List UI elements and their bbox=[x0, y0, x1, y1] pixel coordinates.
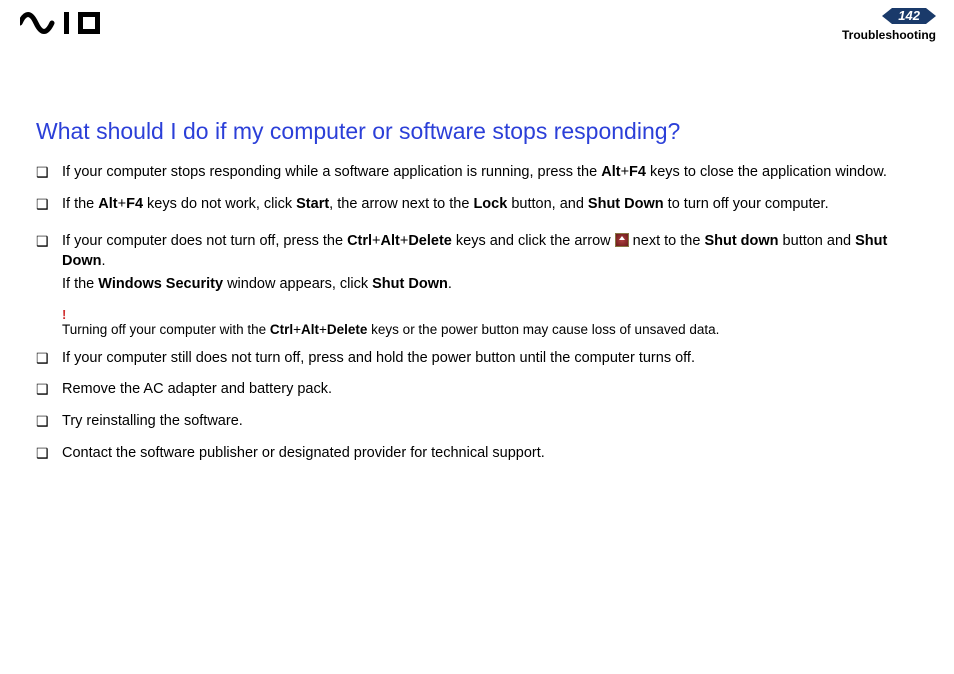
list-item: If the Alt+F4 keys do not work, click St… bbox=[36, 195, 918, 215]
text: If your computer still does not turn off… bbox=[62, 350, 695, 366]
key-ctrl: Ctrl bbox=[270, 322, 293, 337]
bullet-list: If your computer stops responding while … bbox=[36, 163, 918, 295]
list-item: Try reinstalling the software. bbox=[36, 412, 918, 432]
text: keys or the power button may cause loss … bbox=[367, 322, 719, 337]
text: + bbox=[293, 322, 301, 337]
page-content: What should I do if my computer or softw… bbox=[0, 48, 954, 463]
list-item: If your computer stops responding while … bbox=[36, 163, 918, 183]
shutdown-label: Shut Down bbox=[588, 196, 664, 212]
shutdown-arrow-icon bbox=[615, 233, 629, 247]
key-ctrl: Ctrl bbox=[347, 233, 372, 249]
shutdown-label: Shut Down bbox=[372, 276, 448, 292]
key-alt: Alt bbox=[301, 322, 319, 337]
text: Contact the software publisher or design… bbox=[62, 445, 545, 461]
text: keys to close the application window. bbox=[646, 164, 887, 180]
key-delete: Delete bbox=[327, 322, 368, 337]
text: button, and bbox=[507, 196, 588, 212]
key-f4: F4 bbox=[126, 196, 143, 212]
start-label: Start bbox=[296, 196, 329, 212]
page-title: What should I do if my computer or softw… bbox=[36, 118, 918, 145]
text: If your computer stops responding while … bbox=[62, 164, 601, 180]
text: keys do not work, click bbox=[143, 196, 296, 212]
section-label: Troubleshooting bbox=[842, 28, 936, 42]
text: + bbox=[372, 233, 380, 249]
page-number-badge[interactable]: 142 bbox=[882, 8, 936, 24]
text: + bbox=[319, 322, 327, 337]
text: window appears, click bbox=[223, 276, 372, 292]
text: next to the bbox=[629, 233, 705, 249]
text: If your computer does not turn off, pres… bbox=[62, 233, 347, 249]
text: Remove the AC adapter and battery pack. bbox=[62, 381, 332, 397]
list-item: If your computer still does not turn off… bbox=[36, 349, 918, 369]
list-item: If your computer does not turn off, pres… bbox=[36, 232, 918, 295]
warning-text: Turning off your computer with the Ctrl+… bbox=[62, 322, 719, 337]
list-item: Remove the AC adapter and battery pack. bbox=[36, 380, 918, 400]
text: Try reinstalling the software. bbox=[62, 413, 243, 429]
warning-icon: ! bbox=[62, 307, 918, 322]
list-item: Contact the software publisher or design… bbox=[36, 444, 918, 464]
text: , the arrow next to the bbox=[329, 196, 473, 212]
text: to turn off your computer. bbox=[664, 196, 829, 212]
vaio-logo bbox=[20, 10, 130, 41]
key-alt: Alt bbox=[98, 196, 117, 212]
page-number: 142 bbox=[892, 8, 926, 24]
text: Turning off your computer with the bbox=[62, 322, 270, 337]
key-alt: Alt bbox=[601, 164, 620, 180]
key-alt: Alt bbox=[381, 233, 400, 249]
text: If the Windows Security window appears, … bbox=[62, 275, 918, 295]
shutdown-label: Shut down bbox=[704, 233, 778, 249]
warning-note: ! Turning off your computer with the Ctr… bbox=[62, 307, 918, 337]
windows-security-label: Windows Security bbox=[98, 276, 223, 292]
bullet-list: If your computer still does not turn off… bbox=[36, 349, 918, 463]
text: If the bbox=[62, 196, 98, 212]
prev-page-arrow-icon[interactable] bbox=[882, 8, 892, 24]
text: + bbox=[621, 164, 629, 180]
text: keys and click the arrow bbox=[452, 233, 615, 249]
text: button and bbox=[779, 233, 856, 249]
key-delete: Delete bbox=[408, 233, 452, 249]
text: . bbox=[448, 276, 452, 292]
key-f4: F4 bbox=[629, 164, 646, 180]
lock-label: Lock bbox=[473, 196, 507, 212]
text: + bbox=[118, 196, 126, 212]
page-header: 142 Troubleshooting bbox=[0, 0, 954, 48]
next-page-arrow-icon[interactable] bbox=[926, 8, 936, 24]
text: If the bbox=[62, 276, 98, 292]
text: . bbox=[101, 253, 105, 269]
